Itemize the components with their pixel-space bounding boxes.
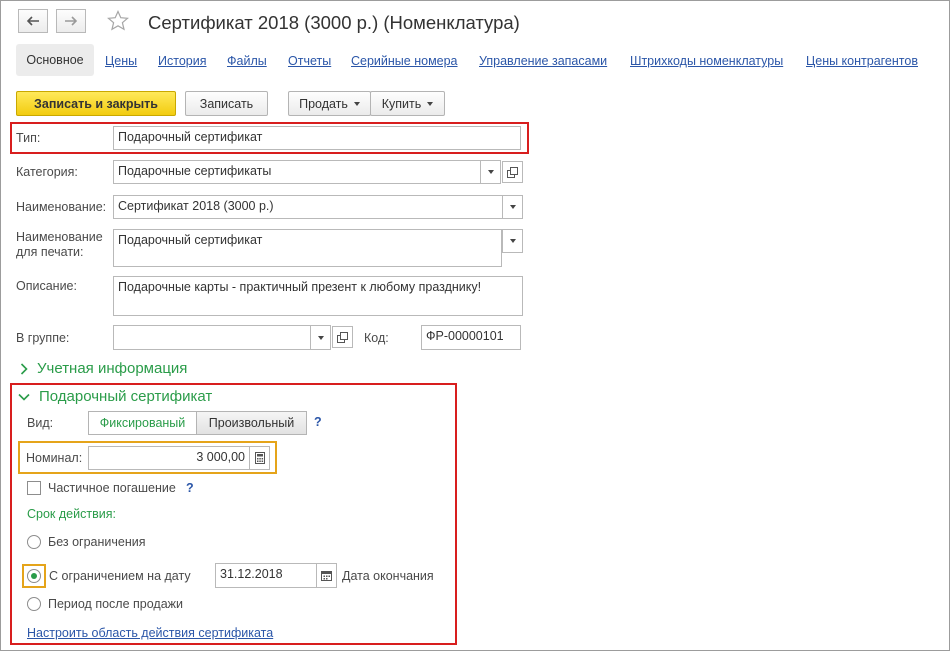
radio-unlimited[interactable] bbox=[27, 535, 41, 549]
description-label: Описание: bbox=[16, 279, 77, 293]
validity-label: Срок действия: bbox=[27, 507, 116, 521]
arrow-right-icon bbox=[65, 16, 78, 26]
type-field[interactable]: Подарочный сертификат bbox=[113, 126, 521, 150]
group-dropdown-button[interactable] bbox=[310, 325, 331, 350]
tab-main[interactable]: Основное bbox=[16, 44, 94, 76]
end-date-calendar-button[interactable] bbox=[316, 563, 337, 588]
chevron-down-icon bbox=[487, 170, 494, 174]
open-window-icon bbox=[507, 166, 518, 178]
radio-limited-date-label: С ограничением на дату bbox=[49, 569, 191, 583]
print-name-dropdown-button[interactable] bbox=[502, 229, 523, 253]
configure-scope-link[interactable]: Настроить область действия сертификата bbox=[27, 626, 273, 640]
partial-help-icon[interactable]: ? bbox=[186, 481, 194, 495]
forward-button[interactable] bbox=[56, 9, 86, 33]
name-label: Наименование: bbox=[16, 200, 107, 214]
print-name-label-line2: для печати: bbox=[16, 245, 84, 259]
radio-period-after-sale-label: Период после продажи bbox=[48, 597, 183, 611]
accounting-section-header[interactable]: Учетная информация bbox=[20, 360, 187, 377]
partial-redemption-label: Частичное погашение bbox=[48, 481, 176, 495]
end-date-label: Дата окончания bbox=[342, 569, 434, 583]
chevron-down-icon bbox=[317, 335, 324, 340]
group-open-button[interactable] bbox=[332, 326, 353, 348]
accounting-section-title: Учетная информация bbox=[37, 360, 188, 377]
calculator-icon bbox=[254, 452, 265, 464]
description-field[interactable]: Подарочные карты - практичный презент к … bbox=[113, 276, 523, 316]
buy-button-label: Купить bbox=[381, 96, 422, 111]
arrow-left-icon bbox=[26, 16, 39, 26]
category-field[interactable]: Подарочные сертификаты bbox=[113, 160, 501, 184]
category-label: Категория: bbox=[16, 165, 78, 179]
back-button[interactable] bbox=[18, 9, 48, 33]
tab-stock-management[interactable]: Управление запасами bbox=[479, 54, 607, 68]
chevron-down-icon bbox=[509, 205, 516, 209]
sell-button[interactable]: Продать bbox=[288, 91, 371, 116]
name-field[interactable]: Сертификат 2018 (3000 р.) bbox=[113, 195, 503, 219]
group-label: В группе: bbox=[16, 331, 70, 345]
buy-button[interactable]: Купить bbox=[370, 91, 445, 116]
kind-label: Вид: bbox=[27, 416, 54, 430]
kind-custom-button[interactable]: Произвольный bbox=[196, 411, 307, 435]
save-and-close-button[interactable]: Записать и закрыть bbox=[16, 91, 176, 116]
chevron-down-icon bbox=[353, 101, 360, 106]
tab-reports[interactable]: Отчеты bbox=[288, 54, 331, 68]
open-window-icon bbox=[337, 331, 348, 343]
category-dropdown-button[interactable] bbox=[480, 160, 501, 184]
chevron-down-icon bbox=[427, 101, 434, 106]
print-name-field[interactable]: Подарочный сертификат bbox=[113, 229, 502, 267]
group-field[interactable] bbox=[113, 325, 313, 350]
calendar-icon bbox=[321, 571, 332, 581]
kind-help-icon[interactable]: ? bbox=[314, 415, 322, 429]
radio-limited-date[interactable] bbox=[27, 569, 41, 583]
chevron-down-icon bbox=[509, 239, 516, 243]
tab-counterparty-prices[interactable]: Цены контрагентов bbox=[806, 54, 918, 68]
code-field[interactable]: ФР-00000101 bbox=[421, 325, 521, 350]
window-title: Сертификат 2018 (3000 р.) (Номенклатура) bbox=[148, 12, 520, 33]
chevron-right-icon bbox=[20, 362, 28, 375]
gift-section-title: Подарочный сертификат bbox=[39, 388, 213, 405]
nominal-field[interactable]: 3 000,00 bbox=[88, 446, 250, 470]
print-name-label-line1: Наименование bbox=[16, 230, 103, 244]
end-date-field[interactable]: 31.12.2018 bbox=[215, 563, 317, 588]
gift-section-header[interactable]: Подарочный сертификат bbox=[18, 388, 212, 405]
kind-fixed-button[interactable]: Фиксированый bbox=[88, 411, 197, 435]
tab-barcodes[interactable]: Штрихкоды номенклатуры bbox=[630, 54, 783, 68]
save-button[interactable]: Записать bbox=[185, 91, 268, 116]
code-label: Код: bbox=[364, 331, 389, 345]
radio-unlimited-label: Без ограничения bbox=[48, 535, 146, 549]
partial-redemption-checkbox[interactable] bbox=[27, 481, 41, 495]
category-open-button[interactable] bbox=[502, 161, 523, 183]
tab-history[interactable]: История bbox=[158, 54, 206, 68]
chevron-down-icon bbox=[18, 393, 30, 401]
type-label: Тип: bbox=[16, 131, 41, 145]
name-dropdown-button[interactable] bbox=[502, 195, 523, 219]
favorite-star-icon[interactable] bbox=[106, 9, 130, 36]
tab-prices[interactable]: Цены bbox=[105, 54, 137, 68]
nominal-calculator-button[interactable] bbox=[249, 446, 270, 470]
radio-period-after-sale[interactable] bbox=[27, 597, 41, 611]
nominal-label: Номинал: bbox=[26, 451, 83, 465]
sell-button-label: Продать bbox=[299, 96, 348, 111]
tab-files[interactable]: Файлы bbox=[227, 54, 267, 68]
tab-serial-numbers[interactable]: Серийные номера bbox=[351, 54, 458, 68]
